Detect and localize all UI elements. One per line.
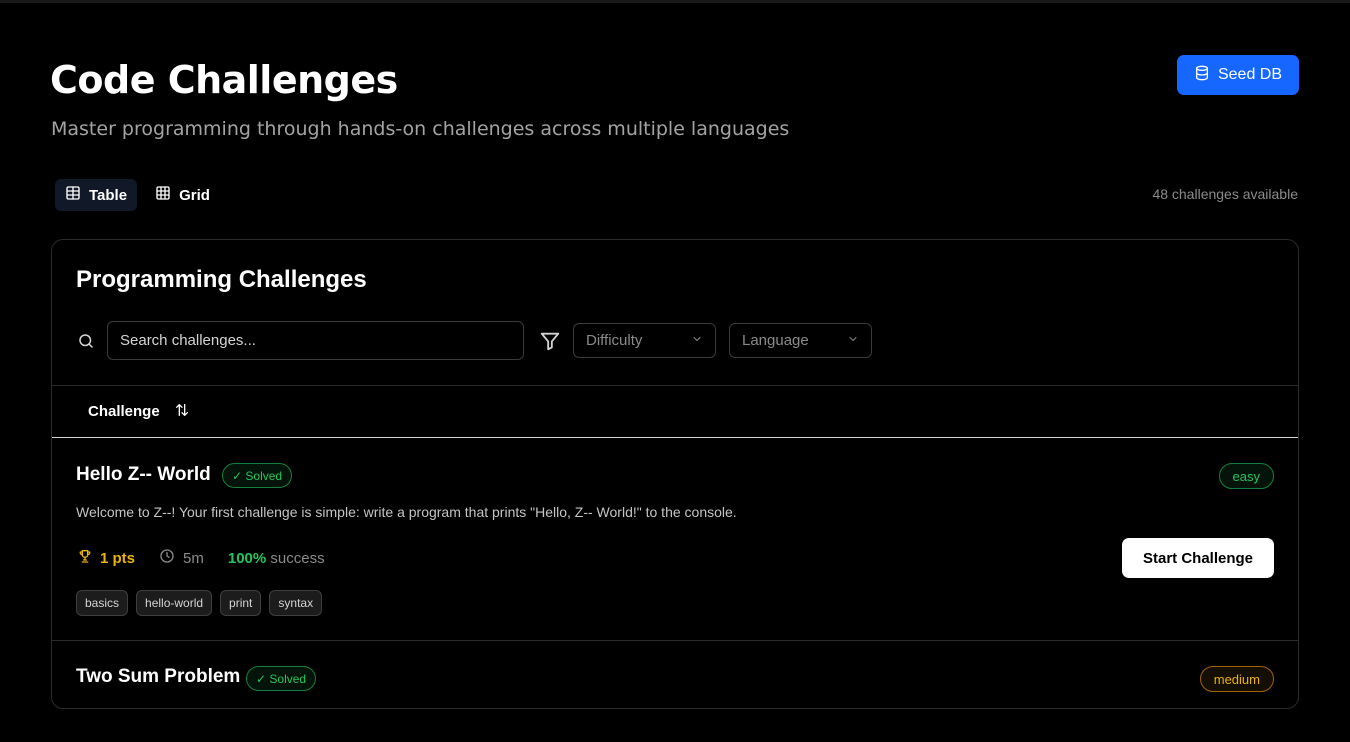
table-row[interactable]: Hello Z-- World ✓ Solved easy Welcome to… (52, 438, 1298, 641)
search-icon (77, 332, 95, 355)
challenge-name[interactable]: Hello Z-- World (76, 464, 211, 486)
solved-badge: ✓ Solved (246, 666, 317, 691)
tag-list: basics hello-world print syntax (76, 590, 323, 616)
seed-db-label: Seed DB (1217, 66, 1283, 83)
table-row[interactable]: Two Sum Problem ✓ Solved medium (52, 642, 1298, 742)
table-view-label: Table (89, 186, 128, 204)
page-title: Code Challenges (50, 58, 398, 102)
challenge-name[interactable]: Two Sum Problem (76, 666, 240, 688)
success-rate: 100% success (228, 550, 325, 567)
filter-icon[interactable] (539, 330, 561, 357)
tag: syntax (269, 590, 323, 616)
search-input[interactable] (107, 321, 524, 360)
success-percent: 100% (227, 549, 267, 567)
challenge-description: Welcome to Z--! Your first challenge is … (76, 504, 737, 520)
success-label: success (270, 549, 325, 567)
difficulty-badge: easy (1218, 463, 1274, 489)
trophy-icon (77, 548, 93, 568)
points: 1 pts (77, 548, 135, 568)
page-subtitle: Master programming through hands-on chal… (51, 118, 790, 140)
database-icon (1194, 65, 1210, 86)
grid-icon (155, 185, 171, 205)
language-select-value: Language (742, 332, 809, 349)
challenge-count: 48 challenges available (1152, 186, 1298, 202)
column-header-challenge[interactable]: Challenge (88, 403, 160, 420)
table-icon (65, 185, 81, 205)
tag: print (220, 590, 262, 616)
tag: basics (76, 590, 129, 616)
language-select[interactable]: Language (729, 323, 872, 358)
grid-view-label: Grid (179, 186, 210, 204)
page: Code Challenges Master programming throu… (0, 0, 1350, 709)
sort-icon[interactable] (174, 402, 190, 422)
solved-badge: ✓ Solved (222, 463, 293, 488)
seed-db-button[interactable]: Seed DB (1177, 55, 1299, 95)
clock-icon (159, 548, 175, 568)
time-value: 5m (183, 549, 204, 567)
challenge-meta: 1 pts 5m 100% success (77, 548, 325, 568)
top-divider (0, 0, 1350, 3)
grid-view-button[interactable]: Grid (145, 179, 220, 211)
start-challenge-button[interactable]: Start Challenge (1122, 538, 1274, 578)
challenges-card: Programming Challenges Difficulty Langua… (51, 239, 1299, 709)
table-view-button[interactable]: Table (55, 179, 138, 211)
chevron-down-icon (691, 332, 703, 349)
difficulty-badge: medium (1199, 666, 1274, 692)
table-header: Challenge (52, 385, 1298, 438)
tag: hello-world (136, 590, 213, 616)
difficulty-select[interactable]: Difficulty (573, 323, 716, 358)
time-estimate: 5m (159, 548, 204, 568)
difficulty-select-value: Difficulty (586, 332, 643, 349)
view-toggle: Table Grid (55, 179, 220, 211)
points-value: 1 pts (100, 549, 136, 567)
card-title: Programming Challenges (76, 266, 367, 293)
chevron-down-icon (847, 332, 859, 349)
